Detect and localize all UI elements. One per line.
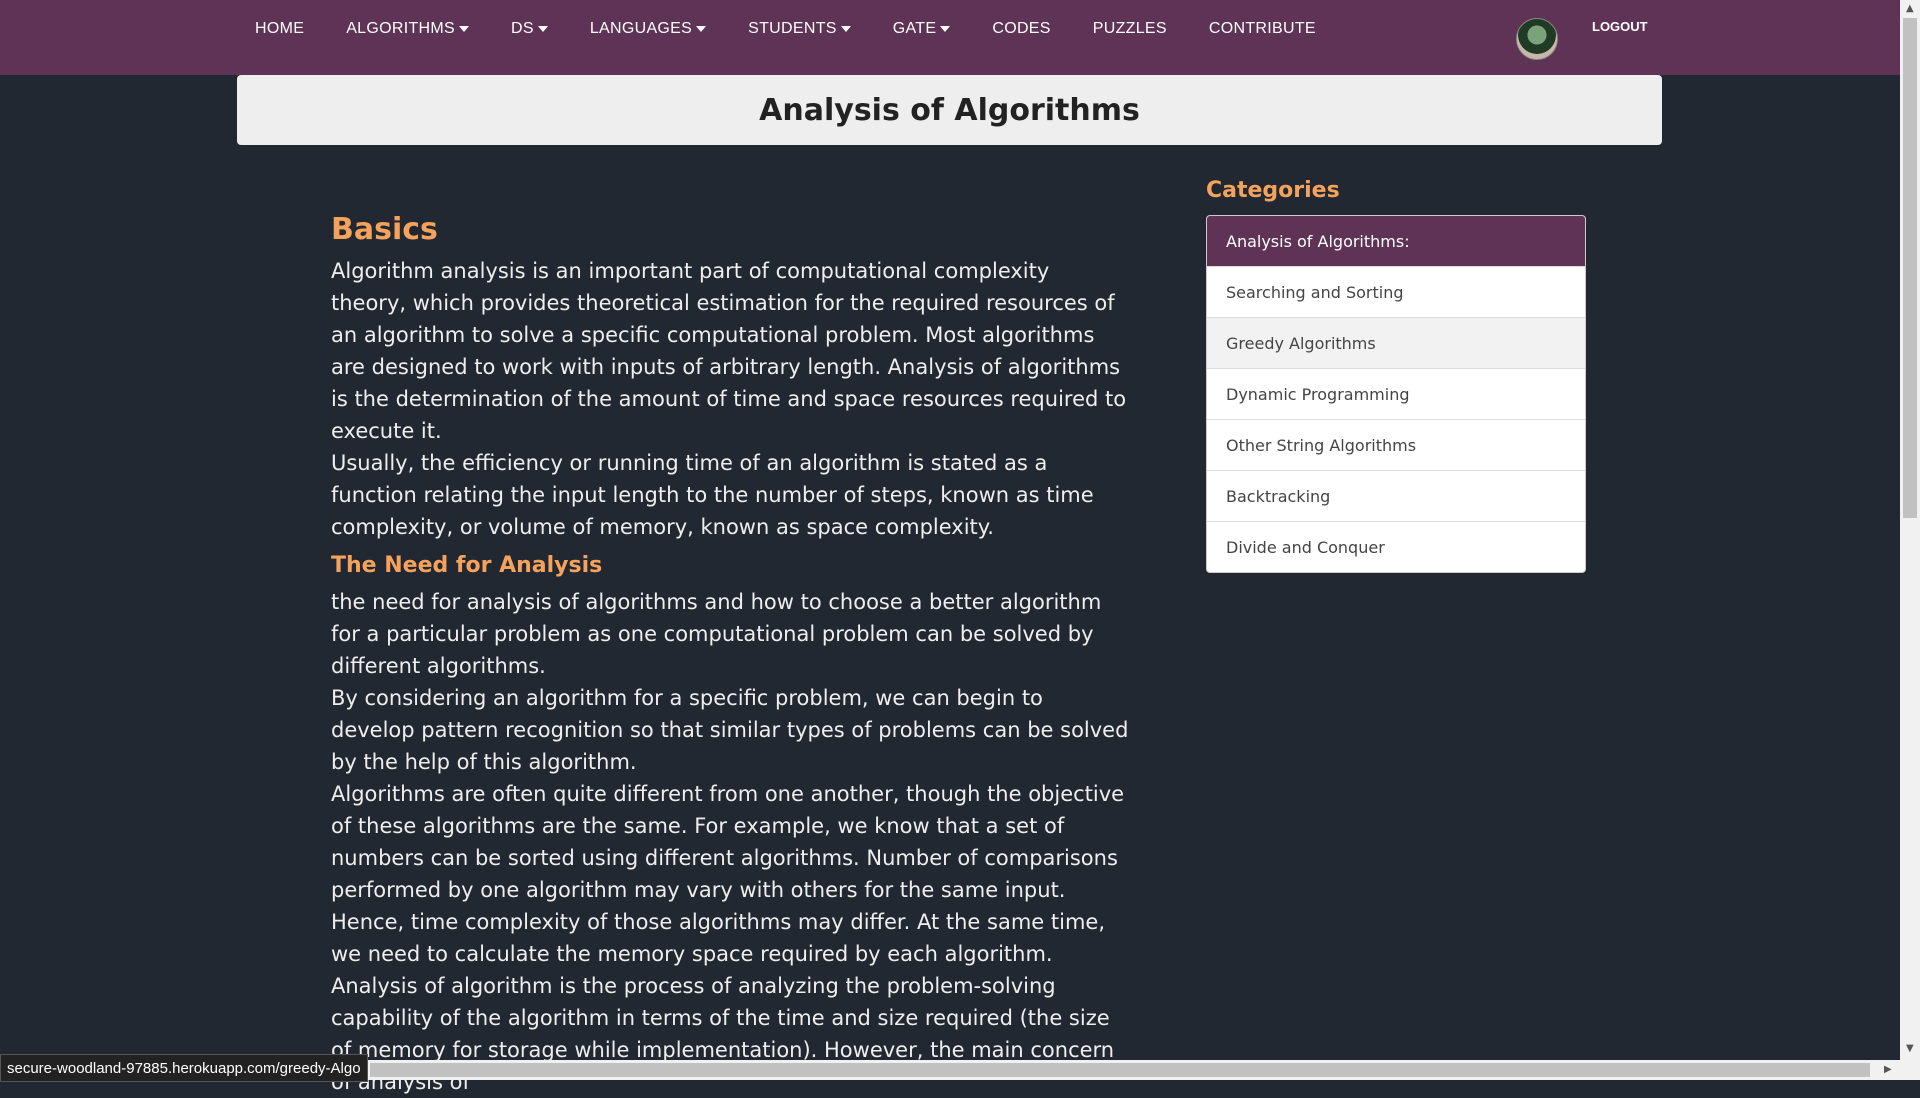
scroll-up-arrow-icon[interactable]: ▲ (1906, 3, 1914, 14)
nav-students-label: STUDENTS (748, 20, 837, 37)
nav-contribute[interactable]: CONTRIBUTE (1209, 20, 1316, 38)
category-divide-and-conquer[interactable]: Divide and Conquer (1207, 522, 1585, 572)
category-dynamic-programming[interactable]: Dynamic Programming (1207, 369, 1585, 420)
basics-paragraph-1: Algorithm analysis is an important part … (331, 259, 1127, 443)
nav-puzzles[interactable]: PUZZLES (1093, 20, 1167, 38)
link-status-bar: secure-woodland-97885.herokuapp.com/gree… (0, 1054, 368, 1082)
basics-heading: Basics (331, 212, 438, 247)
user-avatar[interactable] (1516, 18, 1558, 60)
categories-title: Categories (1206, 178, 1340, 203)
nav-gate-label: GATE (892, 20, 937, 37)
nav-codes-label: CODES (992, 20, 1051, 37)
nav-codes[interactable]: CODES (992, 20, 1050, 38)
nav-gate[interactable]: GATE (893, 20, 951, 38)
nav-algorithms[interactable]: ALGORITHMS (346, 20, 469, 38)
caret-down-icon (537, 26, 548, 32)
caret-down-icon (696, 26, 707, 32)
caret-down-icon (940, 26, 951, 32)
nav-links: HOME ALGORITHMS DS LANGUAGES STUDENTS GA… (255, 0, 1358, 58)
need-paragraph-1: the need for analysis of algorithms and … (331, 590, 1102, 678)
caret-down-icon (840, 26, 851, 32)
nav-contribute-label: CONTRIBUTE (1208, 20, 1316, 37)
nav-students[interactable]: STUDENTS (748, 20, 851, 38)
category-backtracking[interactable]: Backtracking (1207, 471, 1585, 522)
caret-down-icon (459, 26, 469, 32)
nav-ds-label: DS (511, 20, 534, 37)
vertical-scrollbar-thumb[interactable] (1903, 18, 1917, 518)
nav-algorithms-label: ALGORITHMS (346, 20, 455, 37)
basics-paragraph-2: Usually, the efficiency or running time … (331, 451, 1094, 539)
nav-languages[interactable]: LANGUAGES (589, 20, 707, 38)
nav-ds[interactable]: DS (511, 20, 548, 38)
category-searching-and-sorting[interactable]: Searching and Sorting (1207, 267, 1585, 318)
nav-puzzles-label: PUZZLES (1092, 20, 1167, 37)
main-content: Basics Algorithm analysis is an importan… (331, 212, 1131, 1098)
top-navbar: HOME ALGORITHMS DS LANGUAGES STUDENTS GA… (0, 0, 1900, 75)
category-analysis-of-algorithms[interactable]: Analysis of Algorithms: (1207, 216, 1585, 267)
need-paragraph-3: Algorithms are often quite different fro… (331, 782, 1125, 966)
scroll-down-arrow-icon[interactable]: ▼ (1906, 1043, 1914, 1054)
categories-sidebar: Categories Analysis of Algorithms: Searc… (1206, 178, 1586, 573)
page-title: Analysis of Algorithms (759, 92, 1140, 128)
horizontal-scrollbar-thumb[interactable] (370, 1063, 1870, 1077)
category-other-string-algorithms[interactable]: Other String Algorithms (1207, 420, 1585, 471)
page-title-card: Analysis of Algorithms (237, 75, 1662, 145)
nav-home[interactable]: HOME (255, 20, 304, 38)
logout-button[interactable]: LOGOUT (1592, 19, 1648, 34)
nav-home-label: HOME (255, 20, 305, 37)
categories-list: Analysis of Algorithms: Searching and So… (1206, 215, 1586, 573)
need-paragraph-2: By considering an algorithm for a specif… (331, 686, 1129, 774)
need-for-analysis-heading: The Need for Analysis (331, 553, 603, 578)
nav-languages-label: LANGUAGES (589, 20, 693, 37)
category-greedy-algorithms[interactable]: Greedy Algorithms (1207, 318, 1585, 369)
scroll-right-arrow-icon[interactable]: ▶ (1884, 1064, 1892, 1075)
